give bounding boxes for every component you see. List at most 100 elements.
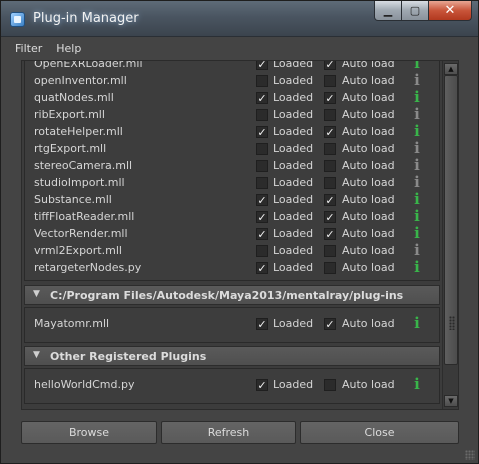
title-bar[interactable]: Plug-in Manager ▁ ▢ ✕ — [1, 1, 478, 37]
auto-load-label: Auto load — [342, 227, 395, 240]
loaded-checkbox[interactable]: ✓ — [256, 262, 268, 274]
plugin-manager-window: Plug-in Manager ▁ ▢ ✕ Filter Help ▼ C:/P… — [0, 0, 479, 464]
loaded-checkbox[interactable]: ✓ — [256, 228, 268, 240]
plugin-row: Substance.mll ✓ Loaded ✓ Auto load i — [34, 191, 434, 209]
auto-load-label: Auto load — [342, 74, 395, 87]
auto-load-checkbox[interactable] — [324, 109, 336, 121]
scroll-down-arrow-icon[interactable]: ▼ — [444, 395, 458, 407]
auto-load-checkbox[interactable]: ✓ — [324, 211, 336, 223]
section-header-other-registered[interactable]: ▼ Other Registered Plugins — [24, 346, 440, 366]
info-icon[interactable]: i — [412, 208, 422, 225]
auto-load-label: Auto load — [342, 125, 395, 138]
plugin-name: openInventor.mll — [34, 74, 127, 87]
section-header-mentalray[interactable]: ▼ C:/Program Files/Autodesk/Maya2013/men… — [24, 285, 440, 305]
scroll-up-arrow-icon[interactable]: ▲ — [444, 63, 458, 75]
close-window-button[interactable]: ✕ — [428, 1, 472, 21]
plugin-row: openInventor.mll Loaded Auto load i — [34, 72, 434, 90]
info-icon[interactable]: i — [412, 191, 422, 208]
info-icon[interactable]: i — [412, 72, 422, 89]
loaded-label: Loaded — [273, 227, 314, 240]
plugin-name: studioImport.mll — [34, 176, 125, 189]
plugin-row: helloWorldCmd.py ✓ Loaded Auto load i — [34, 376, 434, 394]
loaded-checkbox[interactable]: ✓ — [256, 126, 268, 138]
browse-button[interactable]: Browse — [21, 421, 157, 444]
collapse-arrow-icon[interactable]: ▼ — [33, 289, 40, 299]
plugin-list-content: ▼ C:/Program Files/Autodesk/Maya2013/men… — [22, 61, 442, 409]
loaded-checkbox[interactable] — [256, 245, 268, 257]
auto-load-label: Auto load — [342, 193, 395, 206]
plugin-name: helloWorldCmd.py — [34, 378, 135, 391]
auto-load-checkbox[interactable]: ✓ — [324, 92, 336, 104]
plugin-row: vrml2Export.mll Loaded Auto load i — [34, 242, 434, 260]
maximize-button[interactable]: ▢ — [401, 1, 429, 21]
info-icon[interactable]: i — [412, 225, 422, 242]
menu-filter[interactable]: Filter — [15, 42, 42, 55]
collapse-arrow-icon[interactable]: ▼ — [33, 350, 40, 360]
info-icon[interactable]: i — [412, 376, 422, 393]
loaded-label: Loaded — [273, 142, 314, 155]
resize-grip-icon[interactable] — [465, 450, 475, 460]
auto-load-checkbox[interactable] — [324, 75, 336, 87]
auto-load-label: Auto load — [342, 378, 395, 391]
auto-load-checkbox[interactable] — [324, 379, 336, 391]
auto-load-checkbox[interactable] — [324, 245, 336, 257]
auto-load-checkbox[interactable]: ✓ — [324, 318, 336, 330]
info-icon[interactable]: i — [412, 259, 422, 276]
info-icon[interactable]: i — [412, 140, 422, 157]
loaded-label: Loaded — [273, 193, 314, 206]
auto-load-checkbox[interactable]: ✓ — [324, 194, 336, 206]
auto-load-checkbox[interactable] — [324, 262, 336, 274]
close-button[interactable]: Close — [300, 421, 459, 444]
vertical-scrollbar[interactable]: ▲ ▼ — [442, 61, 458, 409]
loaded-checkbox[interactable] — [256, 109, 268, 121]
info-icon[interactable]: i — [412, 89, 422, 106]
plugin-name: tiffFloatReader.mll — [34, 210, 135, 223]
section-title: C:/Program Files/Autodesk/Maya2013/menta… — [50, 289, 404, 302]
auto-load-label: Auto load — [342, 61, 395, 70]
plugin-row: ribExport.mll Loaded Auto load i — [34, 106, 434, 124]
loaded-checkbox[interactable]: ✓ — [256, 211, 268, 223]
plugin-name: VectorRender.mll — [34, 227, 128, 240]
info-icon[interactable]: i — [412, 157, 422, 174]
menu-help[interactable]: Help — [56, 42, 81, 55]
loaded-checkbox[interactable] — [256, 160, 268, 172]
info-icon[interactable]: i — [412, 315, 422, 332]
auto-load-label: Auto load — [342, 159, 395, 172]
plugin-row: VectorRender.mll ✓ Loaded ✓ Auto load i — [34, 225, 434, 243]
window-title: Plug-in Manager — [33, 11, 139, 26]
auto-load-checkbox[interactable] — [324, 177, 336, 189]
loaded-checkbox[interactable] — [256, 143, 268, 155]
loaded-checkbox[interactable] — [256, 177, 268, 189]
info-icon[interactable]: i — [412, 123, 422, 140]
plugin-row: retargeterNodes.py ✓ Loaded Auto load i — [34, 259, 434, 277]
auto-load-label: Auto load — [342, 261, 395, 274]
info-icon[interactable]: i — [412, 242, 422, 259]
plugin-name: rotateHelper.mll — [34, 125, 123, 138]
auto-load-checkbox[interactable] — [324, 160, 336, 172]
loaded-checkbox[interactable]: ✓ — [256, 379, 268, 391]
loaded-checkbox[interactable]: ✓ — [256, 92, 268, 104]
app-icon — [10, 12, 25, 27]
auto-load-label: Auto load — [342, 142, 395, 155]
loaded-checkbox[interactable] — [256, 75, 268, 87]
plugin-row: Mayatomr.mll ✓ Loaded ✓ Auto load i — [34, 315, 434, 333]
loaded-label: Loaded — [273, 108, 314, 121]
auto-load-checkbox[interactable]: ✓ — [324, 61, 336, 70]
info-icon[interactable]: i — [412, 174, 422, 191]
auto-load-checkbox[interactable]: ✓ — [324, 126, 336, 138]
refresh-button[interactable]: Refresh — [161, 421, 296, 444]
auto-load-label: Auto load — [342, 108, 395, 121]
loaded-label: Loaded — [273, 125, 314, 138]
minimize-button[interactable]: ▁ — [374, 1, 402, 21]
scroll-grip-icon — [449, 316, 455, 330]
loaded-label: Loaded — [273, 261, 314, 274]
loaded-checkbox[interactable]: ✓ — [256, 194, 268, 206]
info-icon[interactable]: i — [412, 106, 422, 123]
loaded-checkbox[interactable]: ✓ — [256, 318, 268, 330]
auto-load-checkbox[interactable] — [324, 143, 336, 155]
loaded-checkbox[interactable]: ✓ — [256, 61, 268, 70]
loaded-label: Loaded — [273, 210, 314, 223]
loaded-label: Loaded — [273, 176, 314, 189]
scrollbar-thumb[interactable] — [444, 75, 458, 365]
auto-load-checkbox[interactable]: ✓ — [324, 228, 336, 240]
